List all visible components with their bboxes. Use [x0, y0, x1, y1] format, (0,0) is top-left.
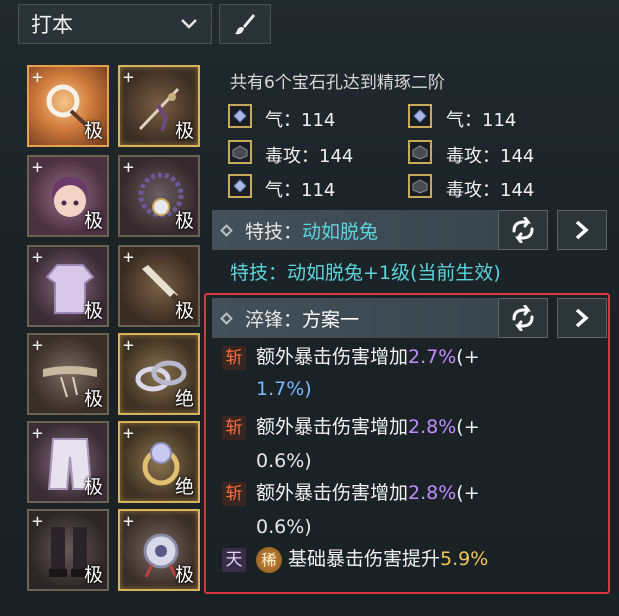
- equip-slot-accessory[interactable]: + 极: [118, 509, 200, 591]
- swap-skill-button[interactable]: [498, 210, 548, 250]
- skill-name: 动如脱兔: [302, 220, 379, 243]
- slot-grade: 绝: [174, 476, 194, 498]
- slot-grade: 极: [174, 564, 194, 586]
- equip-slot-necklace[interactable]: + 极: [118, 155, 200, 237]
- extra-text: 基础暴击伤害提升: [288, 548, 441, 570]
- line-text: 额外暴击伤害增加: [256, 482, 409, 504]
- slot-grade: 极: [83, 388, 103, 410]
- slot-plus: +: [123, 247, 134, 268]
- skill-bar[interactable]: 特技： 动如脱兔: [212, 210, 500, 250]
- equip-slot-weapon[interactable]: + 极: [27, 65, 109, 147]
- line-text: 额外暴击伤害增加: [256, 416, 409, 438]
- equip-slot-belt[interactable]: + 极: [27, 333, 109, 415]
- slot-grade: 极: [83, 564, 103, 586]
- slot-plus: +: [123, 423, 134, 444]
- equip-slot-hairpin[interactable]: + 极: [118, 65, 200, 147]
- dark-gem-icon: [408, 174, 432, 198]
- slot-plus: +: [32, 67, 43, 88]
- equip-slot-head[interactable]: + 极: [27, 155, 109, 237]
- dark-gem-icon: [408, 140, 432, 164]
- line-rest: (+: [456, 482, 480, 504]
- gem-stat: 毒攻：144: [446, 146, 535, 167]
- preset-label: 打本: [31, 13, 73, 37]
- line-rest: (+: [456, 346, 480, 368]
- equip-slot-ring-2[interactable]: + 绝: [118, 421, 200, 503]
- swap-icon: [512, 305, 534, 331]
- slot-plus: +: [32, 157, 43, 178]
- temper-line: 斩额外暴击伤害增加2.7%(+: [222, 342, 480, 372]
- slot-plus: +: [32, 511, 43, 532]
- rare-badge: 稀: [256, 547, 282, 573]
- sky-tag: 天: [222, 548, 246, 572]
- line-rest: (+: [456, 416, 480, 438]
- chevron-down-icon: [181, 19, 197, 29]
- equip-slot-pants[interactable]: + 极: [27, 421, 109, 503]
- diamond-icon: [220, 223, 233, 237]
- temper-bar[interactable]: 淬锋： 方案一: [212, 298, 498, 338]
- gem-stat: 毒攻：144: [265, 146, 354, 167]
- slash-tag: 斩: [222, 346, 246, 370]
- temper-line: 斩额外暴击伤害增加2.8%(+: [222, 478, 480, 508]
- skill-active-line: 特技：动如脱兔+1级(当前生效): [230, 258, 501, 285]
- chevron-right-icon: [575, 220, 589, 240]
- skill-active-value: 动如脱兔+1级(当前生效): [287, 262, 501, 284]
- slot-plus: +: [32, 247, 43, 268]
- temper-line-cont: 1.7%): [256, 374, 312, 404]
- diamond-icon: [220, 311, 233, 325]
- slot-plus: +: [123, 67, 134, 88]
- slot-grade: 极: [83, 300, 103, 322]
- brush-icon: [235, 14, 255, 35]
- slot-plus: +: [123, 335, 134, 356]
- blue-gem-icon: [408, 104, 432, 128]
- equip-slot-boots[interactable]: + 极: [27, 509, 109, 591]
- temper-name: 方案一: [302, 308, 360, 331]
- gem-summary: 共有6个宝石孔达到精琢二阶: [230, 73, 445, 93]
- skill-active-label: 特技：: [230, 262, 288, 284]
- swap-temper-button[interactable]: [498, 298, 548, 338]
- slot-grade: 极: [83, 210, 103, 232]
- line-value: 2.8%: [408, 416, 457, 438]
- line-value: 2.8%: [408, 482, 457, 504]
- slot-plus: +: [32, 335, 43, 356]
- temper-extra-line: 天稀基础暴击伤害提升5.9%: [222, 544, 488, 574]
- swap-icon: [512, 217, 534, 243]
- skill-label: 特技：: [245, 220, 303, 243]
- chevron-right-icon: [575, 308, 589, 328]
- dark-gem-icon: [228, 140, 252, 164]
- temper-line: 斩额外暴击伤害增加2.8%(+: [222, 412, 480, 442]
- temper-label: 淬锋：: [245, 308, 303, 331]
- skill-detail-button[interactable]: [557, 210, 607, 250]
- slot-plus: +: [123, 157, 134, 178]
- slot-grade: 极: [174, 300, 194, 322]
- gem-stat: 气：114: [446, 110, 517, 131]
- gem-stat: 气：114: [265, 180, 336, 201]
- extra-value: 5.9%: [440, 548, 489, 570]
- preset-dropdown[interactable]: 打本: [18, 4, 212, 44]
- slash-tag: 斩: [222, 416, 246, 440]
- slot-grade: 极: [174, 210, 194, 232]
- line-bonus: 0.6%): [256, 450, 312, 472]
- blue-gem-icon: [228, 104, 252, 128]
- slash-tag: 斩: [222, 482, 246, 506]
- gem-stat: 毒攻：144: [446, 180, 535, 201]
- slot-grade: 极: [174, 120, 194, 142]
- slot-plus: +: [32, 423, 43, 444]
- line-bonus: 1.7%): [256, 378, 312, 400]
- line-text: 额外暴击伤害增加: [256, 346, 409, 368]
- line-bonus: 0.6%): [256, 516, 312, 538]
- temper-line-cont: 0.6%): [256, 512, 312, 542]
- gem-stat: 气：114: [265, 110, 336, 131]
- blue-gem-icon: [228, 174, 252, 198]
- slot-plus: +: [123, 511, 134, 532]
- equip-slot-ring-1[interactable]: + 绝: [118, 333, 200, 415]
- line-value: 2.7%: [408, 346, 457, 368]
- slot-grade: 绝: [174, 388, 194, 410]
- temper-detail-button[interactable]: [557, 298, 607, 338]
- temper-line-cont: 0.6%): [256, 446, 312, 476]
- slot-grade: 极: [83, 120, 103, 142]
- equip-slot-offhand[interactable]: + 极: [118, 245, 200, 327]
- equip-slot-armor[interactable]: + 极: [27, 245, 109, 327]
- brush-button[interactable]: [219, 4, 271, 44]
- slot-grade: 极: [83, 476, 103, 498]
